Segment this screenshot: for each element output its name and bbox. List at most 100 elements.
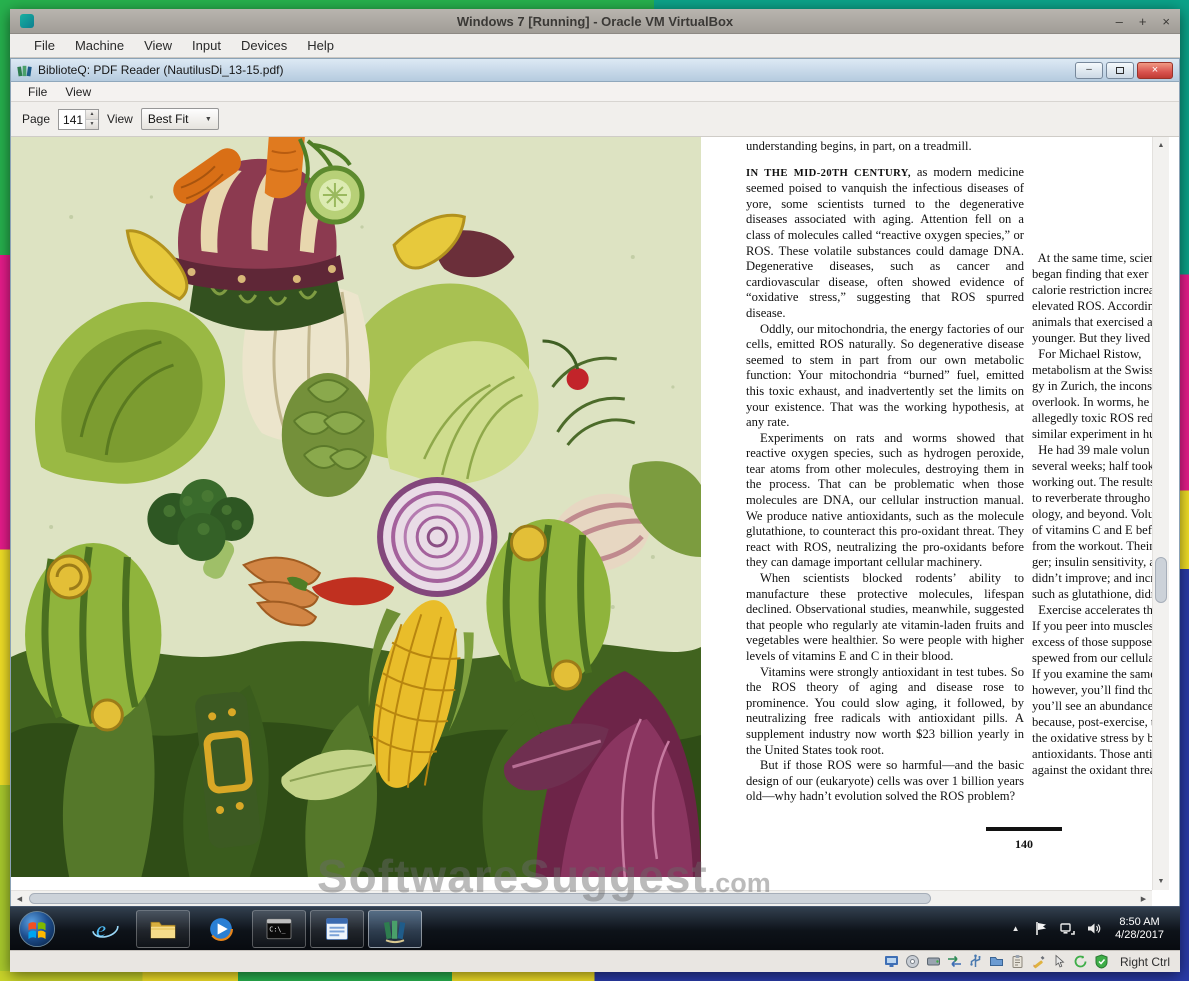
features-icon[interactable] bbox=[1073, 954, 1088, 969]
chevron-down-icon: ▼ bbox=[195, 116, 212, 123]
article-text-line: younger. But they lived lo bbox=[1032, 330, 1163, 346]
pdf-menu-item[interactable]: View bbox=[56, 83, 100, 101]
taskbar-media-player[interactable] bbox=[194, 910, 248, 948]
pdf-reader-window: BiblioteQ: PDF Reader (NautilusDi_13-15.… bbox=[10, 58, 1180, 906]
page-spinner[interactable]: 141 ▲ ▼ bbox=[58, 109, 99, 130]
virtualbox-menu-item[interactable]: File bbox=[24, 35, 65, 56]
wallpaper-stripe-right bbox=[1179, 0, 1189, 981]
scroll-up-icon[interactable]: ▲ bbox=[1153, 137, 1169, 154]
article-text-line: similar experiment in hu bbox=[1032, 426, 1163, 442]
optical-disc-icon[interactable] bbox=[905, 954, 920, 969]
article-paragraph: Vitamins were strongly antioxidant in te… bbox=[746, 665, 1024, 759]
clipboard-icon[interactable] bbox=[1010, 954, 1025, 969]
explorer-folder-icon bbox=[148, 914, 178, 944]
minimize-button[interactable]: – bbox=[1116, 15, 1123, 28]
shared-folder-icon[interactable] bbox=[989, 954, 1004, 969]
view-mode-value: Best Fit bbox=[148, 112, 189, 126]
virtualbox-menu-item[interactable]: Machine bbox=[65, 35, 134, 56]
clock-date: 4/28/2017 bbox=[1115, 929, 1164, 942]
page-label: Page bbox=[22, 112, 50, 126]
svg-text:e: e bbox=[96, 916, 106, 941]
host-shield-icon[interactable] bbox=[1094, 954, 1109, 969]
horizontal-scrollbar-thumb[interactable] bbox=[29, 893, 931, 904]
taskbar-document-app[interactable] bbox=[310, 910, 364, 948]
hidden-icons-chevron[interactable]: ▲ bbox=[1007, 920, 1024, 937]
view-label: View bbox=[107, 112, 133, 126]
onion-slice bbox=[380, 480, 494, 594]
article-text-line: of vitamins C and E bef bbox=[1032, 522, 1163, 538]
taskbar-command-prompt[interactable]: C:\_ bbox=[252, 910, 306, 948]
virtualbox-window-title: Windows 7 [Running] - Oracle VM VirtualB… bbox=[10, 14, 1180, 29]
vertical-scrollbar-thumb[interactable] bbox=[1155, 557, 1167, 603]
artichoke bbox=[282, 373, 374, 497]
article-text-line: ger; insulin sensitivity, a bbox=[1032, 554, 1163, 570]
article-text-line: At the same time, scien bbox=[1032, 250, 1163, 266]
pdf-menu-item[interactable]: File bbox=[19, 83, 56, 101]
virtualbox-menu-item[interactable]: View bbox=[134, 35, 182, 56]
article-text-line: He had 39 male volun bbox=[1032, 442, 1163, 458]
virtualbox-app-icon bbox=[20, 14, 34, 28]
virtualbox-menu-item[interactable]: Input bbox=[182, 35, 231, 56]
article-paragraph: Experiments on rats and worms showed tha… bbox=[746, 431, 1024, 571]
cherry bbox=[567, 368, 589, 390]
windows-orb-icon bbox=[18, 910, 56, 948]
pdf-menubar: FileView bbox=[11, 82, 1179, 102]
cucumber-slice bbox=[308, 168, 362, 222]
hard-disk-icon[interactable] bbox=[926, 954, 941, 969]
article-text-line: animals that exercised a bbox=[1032, 314, 1163, 330]
minimize-icon: – bbox=[1086, 65, 1092, 75]
article-column-2: At the same time, scienbegan finding tha… bbox=[1032, 137, 1163, 882]
vertical-scrollbar[interactable]: ▲ ▼ bbox=[1152, 137, 1169, 890]
mouse-integration-icon[interactable] bbox=[1052, 954, 1067, 969]
page-footer-rule bbox=[986, 827, 1062, 831]
pencil-icon[interactable] bbox=[1031, 954, 1046, 969]
start-button[interactable] bbox=[16, 908, 58, 950]
pdf-close-button[interactable]: × bbox=[1137, 62, 1173, 79]
scroll-right-icon[interactable]: ▶ bbox=[1135, 891, 1152, 906]
maximize-button[interactable]: + bbox=[1139, 15, 1147, 28]
clock-time: 8:50 AM bbox=[1115, 916, 1164, 929]
pdf-titlebar[interactable]: BiblioteQ: PDF Reader (NautilusDi_13-15.… bbox=[11, 59, 1179, 82]
action-center-flag-icon[interactable] bbox=[1033, 920, 1050, 937]
article-text-line: allegedly toxic ROS redu bbox=[1032, 410, 1163, 426]
close-button[interactable]: × bbox=[1162, 15, 1170, 28]
spinner-down-icon[interactable]: ▼ bbox=[86, 120, 98, 129]
network-tray-icon[interactable] bbox=[1059, 920, 1076, 937]
horizontal-scrollbar[interactable]: ◀ ▶ bbox=[11, 890, 1152, 906]
pdf-minimize-button[interactable]: – bbox=[1075, 62, 1103, 79]
article-text-line: elevated ROS. According bbox=[1032, 298, 1163, 314]
virtualbox-window: Windows 7 [Running] - Oracle VM VirtualB… bbox=[10, 9, 1180, 972]
virtualbox-titlebar[interactable]: Windows 7 [Running] - Oracle VM VirtualB… bbox=[10, 9, 1180, 34]
taskbar-internet-explorer[interactable]: e bbox=[78, 910, 132, 948]
article-text-line: spewed from our cellula bbox=[1032, 650, 1163, 666]
article-paragraph: IN THE MID-20TH CENTURY, as modern medic… bbox=[746, 165, 1024, 322]
usb-icon[interactable] bbox=[968, 954, 983, 969]
taskbar-windows-explorer[interactable] bbox=[136, 910, 190, 948]
virtualbox-statusbar: Right Ctrl bbox=[10, 950, 1180, 972]
taskbar-biblioteq[interactable] bbox=[368, 910, 422, 948]
taskbar-clock[interactable]: 8:50 AM 4/28/2017 bbox=[1111, 916, 1172, 942]
network-icon[interactable] bbox=[947, 954, 962, 969]
virtualbox-menu-item[interactable]: Devices bbox=[231, 35, 297, 56]
view-mode-select[interactable]: Best Fit ▼ bbox=[141, 108, 219, 130]
article-text-line: ology, and beyond. Volu bbox=[1032, 506, 1163, 522]
virtualbox-menu-item[interactable]: Help bbox=[297, 35, 344, 56]
scroll-left-icon[interactable]: ◀ bbox=[11, 891, 28, 906]
wallpaper-stripe-bottom bbox=[0, 971, 1189, 981]
pdf-maximize-button[interactable] bbox=[1106, 62, 1134, 79]
scroll-down-icon[interactable]: ▼ bbox=[1153, 873, 1169, 890]
article-text-line: didn’t improve; and incr bbox=[1032, 570, 1163, 586]
system-tray: ▲ 8:50 AM 4/28/2017 bbox=[1007, 916, 1174, 942]
display-icon[interactable] bbox=[884, 954, 899, 969]
article-text-line: For Michael Ristow, bbox=[1032, 346, 1163, 362]
close-icon: × bbox=[1152, 65, 1158, 76]
article-text-line: Exercise accelerates th bbox=[1032, 602, 1163, 618]
article-text-line: antioxidants. Those antio bbox=[1032, 746, 1163, 762]
article-text-line: excess of those suppose bbox=[1032, 634, 1163, 650]
article-lead-text: as modern medicine seemed poised to vanq… bbox=[746, 165, 1024, 320]
volume-icon[interactable] bbox=[1085, 920, 1102, 937]
article-paragraph: But if those ROS were so harmful—and the… bbox=[746, 758, 1024, 805]
article-text-line: because, post-exercise, t bbox=[1032, 714, 1163, 730]
page-spinner-value[interactable]: 141 bbox=[59, 110, 85, 129]
spinner-up-icon[interactable]: ▲ bbox=[86, 110, 98, 120]
